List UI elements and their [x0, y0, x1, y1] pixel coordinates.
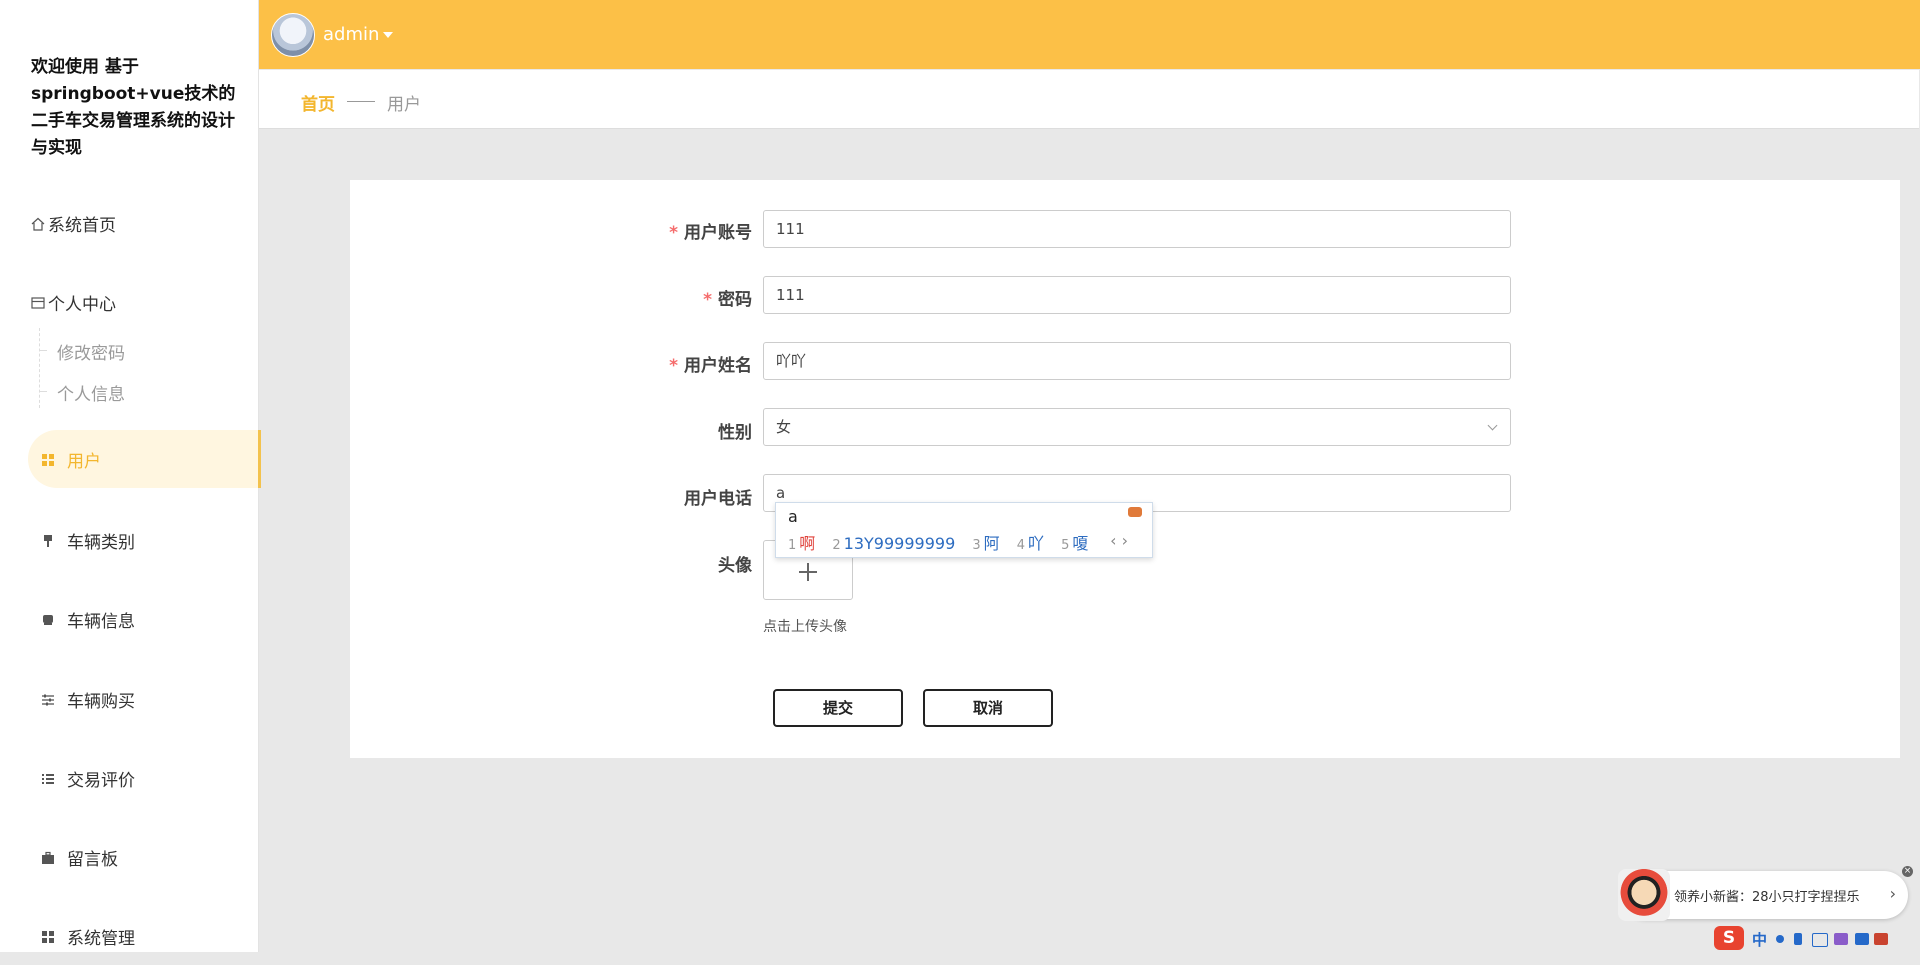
sidebar-item-vehicle-category[interactable]: 车辆类别: [0, 511, 258, 569]
sidebar-item-label: 留言板: [67, 849, 118, 870]
skin-icon[interactable]: [1834, 933, 1848, 945]
top-bar: admin: [259, 0, 1920, 69]
notification-toast[interactable]: 领养小新酱：28小只打字捏捏乐 ›: [1618, 869, 1908, 921]
sliders-icon: [41, 692, 55, 706]
ime-typed-text: a: [788, 507, 798, 526]
submit-button[interactable]: 提交: [773, 689, 903, 727]
sidebar-subitem-personal-info[interactable]: 个人信息: [57, 380, 125, 405]
ime-candidate[interactable]: 3阿: [972, 534, 999, 553]
sidebar-item-message-board[interactable]: 留言板: [0, 828, 258, 886]
breadcrumb: 首页 用户: [259, 70, 1919, 129]
microphone-icon[interactable]: [1794, 933, 1802, 945]
sidebar-item-label: 个人中心: [48, 294, 116, 315]
ime-candidate[interactable]: 1啊: [788, 534, 815, 553]
grid-icon: [41, 452, 55, 466]
sidebar-item-trade-review[interactable]: 交易评价: [0, 749, 258, 807]
account-label: * 用户账号: [669, 223, 752, 243]
sidebar-item-personal-center[interactable]: 个人中心: [0, 273, 258, 331]
gender-select-value: 女: [776, 418, 792, 436]
briefcase-icon: [41, 850, 55, 864]
breadcrumb-current: 用户: [387, 95, 421, 115]
list-icon: [41, 771, 55, 785]
car-info-icon: [41, 612, 55, 626]
phone-label: 用户电话: [684, 489, 752, 509]
sidebar-subitem-change-password[interactable]: 修改密码: [57, 339, 125, 364]
sidebar-item-label: 系统管理: [67, 928, 135, 949]
name-label: * 用户姓名: [669, 356, 752, 376]
breadcrumb-home[interactable]: 首页: [301, 90, 335, 115]
home-icon: [31, 216, 45, 231]
emoji-icon[interactable]: [1874, 933, 1888, 945]
ime-page-nav[interactable]: ‹ ›: [1110, 531, 1128, 550]
site-title: 欢迎使用 基于springboot+vue技术的二手车交易管理系统的设计与实现: [31, 57, 236, 158]
caret-down-icon[interactable]: [383, 32, 393, 38]
sidebar-item-label: 车辆购买: [67, 691, 135, 712]
breadcrumb-separator: [347, 101, 375, 102]
chevron-right-icon[interactable]: ›: [1890, 884, 1896, 903]
cancel-button[interactable]: 取消: [923, 689, 1053, 727]
user-menu-name[interactable]: admin: [323, 24, 379, 45]
avatar-label: 头像: [718, 556, 752, 576]
ime-candidate[interactable]: 4吖: [1017, 534, 1044, 553]
sidebar-item-home[interactable]: 系统首页: [0, 194, 258, 252]
sidebar-item-vehicle-info[interactable]: 车辆信息: [0, 590, 258, 648]
ime-candidate[interactable]: 2 13Y99999999: [832, 534, 955, 553]
punctuation-icon[interactable]: [1776, 935, 1784, 943]
sidebar-item-vehicle-purchase[interactable]: 车辆购买: [0, 670, 258, 728]
ime-skin-icon[interactable]: [1128, 507, 1142, 517]
name-input[interactable]: 吖吖: [763, 342, 1511, 380]
ime-candidate-popup: a 1啊 2 13Y99999999 3阿 4吖 5嗄 ‹ ›: [775, 502, 1153, 558]
sogou-logo-icon[interactable]: S: [1714, 926, 1744, 950]
upload-tip: 点击上传头像: [763, 619, 847, 635]
required-mark: *: [669, 223, 678, 243]
required-mark: *: [703, 290, 712, 310]
cartoon-avatar-icon: [1618, 869, 1670, 921]
card-icon: [31, 295, 45, 309]
required-mark: *: [669, 356, 678, 376]
gender-select[interactable]: 女: [763, 408, 1511, 446]
password-input[interactable]: 111: [763, 276, 1511, 314]
submenu-connector: [39, 391, 47, 392]
toast-text: 领养小新酱：28小只打字捏捏乐: [1674, 890, 1860, 905]
submenu-tree-line: [39, 328, 42, 408]
sidebar: 欢迎使用 基于springboot+vue技术的二手车交易管理系统的设计与实现 …: [0, 0, 261, 952]
password-label: * 密码: [703, 290, 752, 310]
ime-candidate[interactable]: 5嗄: [1061, 534, 1088, 553]
close-icon[interactable]: ×: [1902, 866, 1913, 877]
category-icon: [41, 533, 55, 547]
grid-icon: [41, 929, 55, 943]
sidebar-item-label: 交易评价: [67, 770, 135, 791]
submenu-connector: [39, 350, 47, 351]
sidebar-item-label: 用户: [67, 451, 101, 472]
chevron-down-icon: [1487, 420, 1498, 431]
sidebar-item-system-management[interactable]: 系统管理: [0, 907, 258, 965]
account-input[interactable]: 111: [763, 210, 1511, 248]
gender-label: 性别: [718, 423, 752, 443]
ime-status-bar: S 中: [1714, 924, 1920, 952]
toolbox-icon[interactable]: [1855, 933, 1869, 945]
sidebar-item-label: 车辆类别: [67, 532, 135, 553]
sidebar-item-label: 车辆信息: [67, 611, 135, 632]
form-panel: [350, 180, 1900, 758]
ime-candidates: 1啊 2 13Y99999999 3阿 4吖 5嗄: [788, 530, 1100, 554]
keyboard-icon[interactable]: [1812, 933, 1828, 947]
ime-mode-indicator[interactable]: 中: [1752, 929, 1767, 950]
sidebar-item-label: 系统首页: [48, 215, 116, 236]
sidebar-item-users[interactable]: 用户: [28, 430, 261, 488]
user-avatar[interactable]: [271, 13, 315, 57]
